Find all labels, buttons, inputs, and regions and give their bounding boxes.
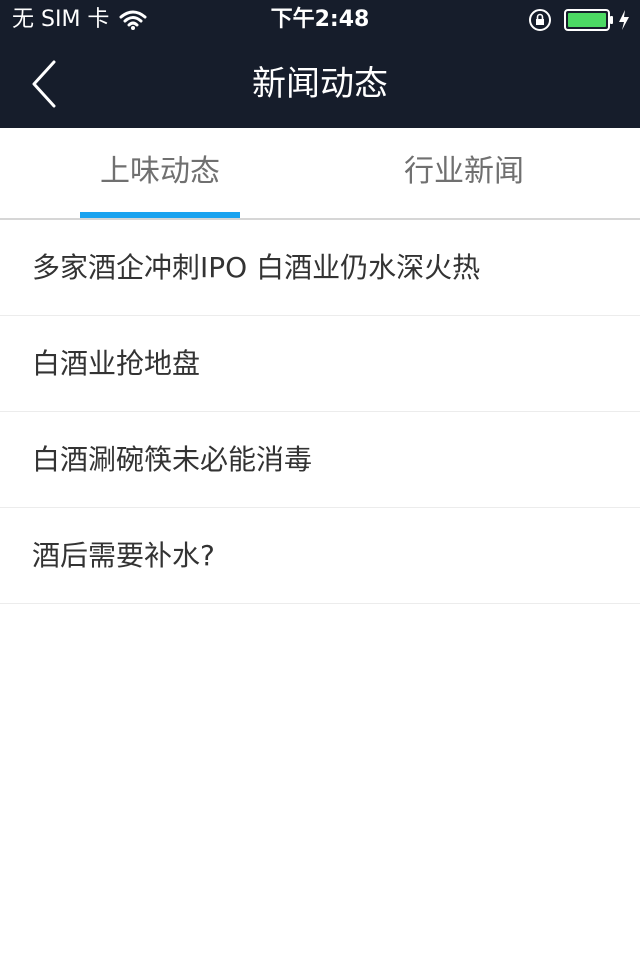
back-button[interactable] (16, 56, 72, 112)
page-title: 新闻动态 (252, 64, 388, 104)
rotation-lock-icon (529, 9, 551, 31)
news-item[interactable]: 多家酒企冲刺IPO 白酒业仍水深火热 (0, 220, 640, 316)
tab-selected-indicator (80, 212, 240, 218)
news-item[interactable]: 白酒涮碗筷未必能消毒 (0, 412, 640, 508)
news-list: 多家酒企冲刺IPO 白酒业仍水深火热 白酒业抢地盘 白酒涮碗筷未必能消毒 酒后需… (0, 220, 640, 604)
news-item[interactable]: 白酒业抢地盘 (0, 316, 640, 412)
app-header: 无 SIM 卡 下午2:48 新闻动态 (0, 0, 640, 128)
status-indicators (528, 8, 630, 32)
nav-bar: 新闻动态 (0, 40, 640, 128)
tab-industry-news[interactable]: 行业新闻 (384, 128, 544, 218)
battery-icon (564, 9, 613, 31)
status-bar: 无 SIM 卡 下午2:48 (0, 0, 640, 40)
chevron-left-icon (32, 60, 56, 108)
tab-bar: 上味动态 行业新闻 (0, 128, 640, 220)
charging-icon (619, 10, 629, 30)
tab-company-news[interactable]: 上味动态 (80, 128, 240, 218)
news-item[interactable]: 酒后需要补水? (0, 508, 640, 604)
